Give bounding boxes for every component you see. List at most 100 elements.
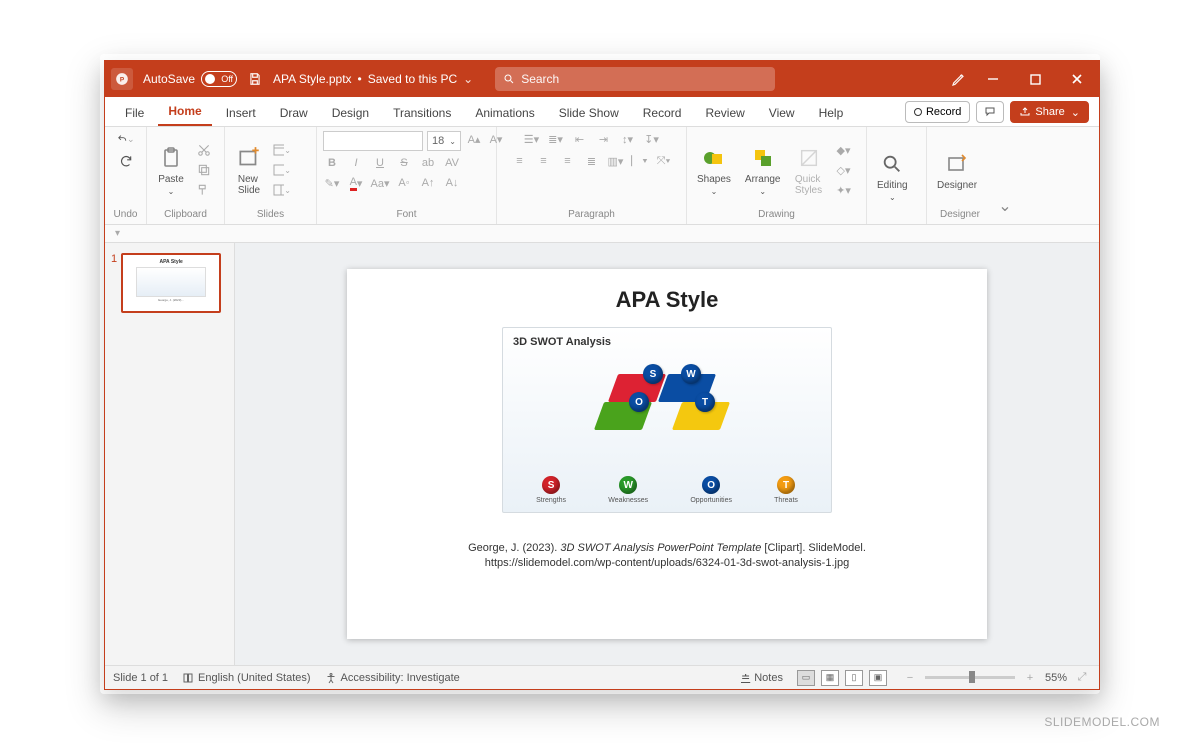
tab-transitions[interactable]: Transitions bbox=[383, 100, 461, 126]
zoom-percent[interactable]: 55% bbox=[1045, 672, 1067, 684]
tab-review[interactable]: Review bbox=[695, 100, 754, 126]
chevron-down-icon[interactable]: ⌄ bbox=[463, 72, 473, 86]
share-icon bbox=[1019, 106, 1031, 118]
shrink-font-button[interactable]: A↓ bbox=[443, 175, 461, 191]
font-size-combo[interactable]: 18⌄ bbox=[427, 131, 461, 151]
sorter-view-button[interactable]: ▦ bbox=[821, 670, 839, 686]
collapse-ribbon-button[interactable]: ⌄ bbox=[993, 127, 1017, 224]
font-family-combo[interactable] bbox=[323, 131, 423, 151]
slide-thumbnail-1[interactable]: APA Style George, J. (2023)… bbox=[121, 253, 221, 313]
zoom-in-button[interactable]: + bbox=[1021, 670, 1039, 686]
indent-inc-button[interactable]: ⇥ bbox=[595, 131, 613, 147]
format-painter-button[interactable] bbox=[195, 182, 213, 198]
quick-styles-button[interactable]: Quick Styles bbox=[791, 142, 827, 198]
close-button[interactable] bbox=[1061, 65, 1093, 93]
italic-button[interactable]: I bbox=[347, 155, 365, 171]
align-right-button[interactable]: ≡ bbox=[559, 153, 577, 169]
slide-canvas-area[interactable]: APA Style 3D SWOT Analysis S W O T SStre… bbox=[235, 243, 1099, 665]
document-title[interactable]: APA Style.pptx • Saved to this PC ⌄ bbox=[273, 72, 473, 86]
clear-format-button[interactable]: A◦ bbox=[395, 175, 413, 191]
redo-button[interactable] bbox=[117, 153, 135, 169]
normal-view-button[interactable]: ▭ bbox=[797, 670, 815, 686]
copy-button[interactable] bbox=[195, 162, 213, 178]
highlight-button[interactable]: ✎▾ bbox=[323, 175, 341, 191]
new-slide-button[interactable]: New Slide bbox=[231, 142, 267, 198]
shapes-button[interactable]: Shapes⌄ bbox=[693, 142, 735, 198]
qat-overflow-icon[interactable]: ▾ bbox=[115, 228, 120, 239]
arrange-button[interactable]: Arrange⌄ bbox=[741, 142, 785, 198]
indent-dec-button[interactable]: ⇤ bbox=[571, 131, 589, 147]
share-button[interactable]: Share⌄ bbox=[1010, 101, 1089, 123]
fit-to-window-button[interactable]: ⤢ bbox=[1073, 670, 1091, 686]
minimize-button[interactable] bbox=[977, 65, 1009, 93]
smartart-button[interactable]: ⤧▾ bbox=[655, 153, 673, 169]
autosave-toggle[interactable]: AutoSave Off bbox=[143, 71, 237, 87]
tab-record[interactable]: Record bbox=[633, 100, 692, 126]
tab-help[interactable]: Help bbox=[809, 100, 854, 126]
maximize-button[interactable] bbox=[1019, 65, 1051, 93]
tab-design[interactable]: Design bbox=[322, 100, 379, 126]
justify-button[interactable]: ≣ bbox=[583, 153, 601, 169]
swot-image[interactable]: 3D SWOT Analysis S W O T SStrengths WWea… bbox=[502, 327, 832, 513]
designer-button[interactable]: Designer bbox=[933, 148, 981, 193]
quickstyles-icon bbox=[795, 144, 823, 172]
tab-draw[interactable]: Draw bbox=[270, 100, 318, 126]
font-color-button[interactable]: A▾ bbox=[347, 175, 365, 191]
shadow-button[interactable]: ab bbox=[419, 155, 437, 171]
align-left-button[interactable]: ≡ bbox=[511, 153, 529, 169]
tab-insert[interactable]: Insert bbox=[216, 100, 266, 126]
zoom-control[interactable]: − + 55% ⤢ bbox=[901, 670, 1091, 686]
shape-fill-button[interactable]: ◆▾ bbox=[835, 142, 853, 158]
slide-1[interactable]: APA Style 3D SWOT Analysis S W O T SStre… bbox=[347, 269, 987, 639]
grow-font-button[interactable]: A↑ bbox=[419, 175, 437, 191]
slide-thumbnails-panel[interactable]: 1 APA Style George, J. (2023)… bbox=[105, 243, 235, 665]
change-case-button[interactable]: Aa▾ bbox=[371, 175, 389, 191]
shape-outline-button[interactable]: ◇▾ bbox=[835, 162, 853, 178]
record-button[interactable]: Record bbox=[905, 101, 970, 123]
line-spacing-button[interactable]: ↕▾ bbox=[619, 131, 637, 147]
zoom-out-button[interactable]: − bbox=[901, 670, 919, 686]
reset-button[interactable]: ⌄ bbox=[273, 162, 291, 178]
citation-text[interactable]: George, J. (2023). 3D SWOT Analysis Powe… bbox=[468, 541, 866, 571]
save-icon[interactable] bbox=[247, 71, 263, 87]
tab-home[interactable]: Home bbox=[158, 98, 211, 126]
underline-button[interactable]: U bbox=[371, 155, 389, 171]
bullets-button[interactable]: ☰▾ bbox=[523, 131, 541, 147]
cut-button[interactable] bbox=[195, 142, 213, 158]
search-input[interactable]: Search bbox=[495, 67, 775, 91]
layout-button[interactable]: ⌄ bbox=[273, 142, 291, 158]
slideshow-view-button[interactable]: ▣ bbox=[869, 670, 887, 686]
paste-button[interactable]: Paste⌄ bbox=[153, 142, 189, 198]
bold-button[interactable]: B bbox=[323, 155, 341, 171]
chevron-down-icon[interactable]: ⌄ bbox=[1071, 106, 1080, 119]
language-button[interactable]: English (United States) bbox=[182, 672, 311, 684]
comments-button[interactable] bbox=[976, 101, 1004, 123]
zoom-slider[interactable] bbox=[925, 676, 1015, 679]
char-spacing-button[interactable]: AV bbox=[443, 155, 461, 171]
pen-icon[interactable] bbox=[951, 71, 967, 87]
numbering-button[interactable]: ≣▾ bbox=[547, 131, 565, 147]
toggle-switch-icon[interactable]: Off bbox=[201, 71, 237, 87]
thumbnail-preview-icon bbox=[136, 267, 206, 297]
tab-file[interactable]: File bbox=[115, 100, 154, 126]
section-button[interactable]: ⌄ bbox=[273, 182, 291, 198]
editing-button[interactable]: Editing⌄ bbox=[873, 148, 912, 204]
notes-button[interactable]: ≐Notes bbox=[741, 671, 783, 684]
status-bar: Slide 1 of 1 English (United States) Acc… bbox=[105, 665, 1099, 689]
reading-view-button[interactable]: ▯ bbox=[845, 670, 863, 686]
align-text-button[interactable]: ⎸▾ bbox=[631, 153, 649, 169]
columns-button[interactable]: ▥▾ bbox=[607, 153, 625, 169]
strike-button[interactable]: S bbox=[395, 155, 413, 171]
tab-view[interactable]: View bbox=[759, 100, 805, 126]
accessibility-button[interactable]: Accessibility: Investigate bbox=[325, 672, 460, 684]
text-direction-button[interactable]: ↧▾ bbox=[643, 131, 661, 147]
tab-slideshow[interactable]: Slide Show bbox=[549, 100, 629, 126]
slide-counter[interactable]: Slide 1 of 1 bbox=[113, 672, 168, 684]
tab-animations[interactable]: Animations bbox=[465, 100, 544, 126]
undo-button[interactable]: ⌄ bbox=[117, 131, 135, 147]
align-center-button[interactable]: ≡ bbox=[535, 153, 553, 169]
increase-font-button[interactable]: A▴ bbox=[465, 131, 483, 147]
slide-title[interactable]: APA Style bbox=[616, 287, 719, 313]
shape-effects-button[interactable]: ✦▾ bbox=[835, 182, 853, 198]
arrange-icon bbox=[749, 144, 777, 172]
